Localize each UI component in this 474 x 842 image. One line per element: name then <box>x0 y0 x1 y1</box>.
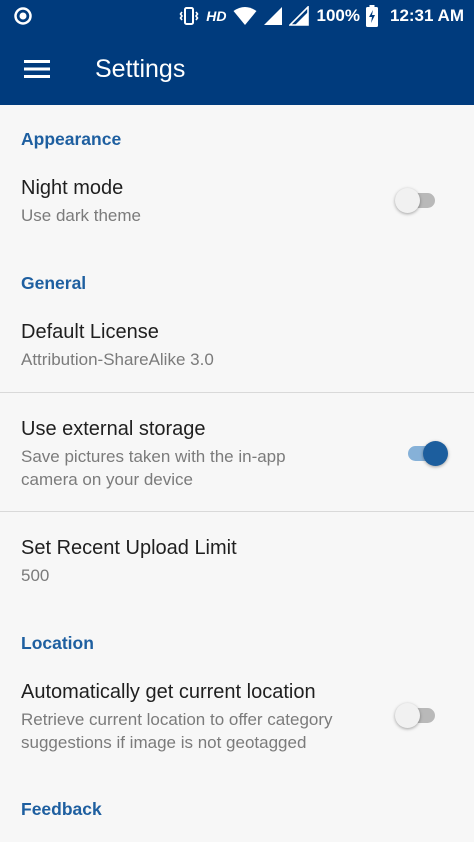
pref-upload-limit[interactable]: Set Recent Upload Limit 500 <box>0 512 474 600</box>
pref-night-mode-title: Night mode <box>21 177 124 199</box>
cell-signal-icon-secondary <box>288 6 309 26</box>
pref-auto-location-title: Automatically get current location <box>21 681 316 703</box>
category-general: General <box>21 273 87 293</box>
category-appearance: Appearance <box>21 129 122 149</box>
pref-auto-location-summary-line2: suggestions if image is not geotagged <box>21 733 307 752</box>
pref-night-mode-summary: Use dark theme <box>21 206 141 225</box>
pref-default-license-title: Default License <box>21 321 159 343</box>
menu-button[interactable] <box>16 48 58 90</box>
pref-external-storage-summary-line2: camera on your device <box>21 470 193 489</box>
pref-auto-location-summary-line1: Retrieve current location to offer categ… <box>21 710 333 729</box>
pref-external-storage-title: Use external storage <box>21 418 206 440</box>
wifi-icon <box>233 7 256 25</box>
app-bar: Settings <box>0 32 474 105</box>
status-time: 12:31 AM <box>389 6 464 25</box>
status-bar: HD 100% 12:31 AM <box>0 0 474 32</box>
external-storage-switch[interactable] <box>404 438 448 468</box>
switch-thumb <box>423 441 448 466</box>
battery-charging-icon <box>365 5 378 27</box>
pref-default-license-summary: Attribution-ShareAlike 3.0 <box>21 350 214 369</box>
cell-signal-icon <box>263 7 282 25</box>
page-title: Settings <box>95 55 186 83</box>
status-icons: HD 100% 12:31 AM <box>178 0 464 32</box>
pref-external-storage[interactable]: Use external storage Save pictures taken… <box>0 393 474 511</box>
battery-percent: 100% <box>316 6 360 25</box>
network-type-label: HD <box>206 8 227 24</box>
hamburger-menu-icon <box>24 60 50 78</box>
pref-auto-location[interactable]: Automatically get current location Retri… <box>0 667 474 767</box>
settings-screen: HD 100% 12:31 AM Settings Appearance Nig… <box>0 0 474 842</box>
night-mode-switch[interactable] <box>395 185 439 215</box>
pref-default-license[interactable]: Default License Attribution-ShareAlike 3… <box>0 305 474 392</box>
circle-notification-icon <box>14 7 32 25</box>
pref-upload-limit-title: Set Recent Upload Limit <box>21 537 237 559</box>
pref-upload-limit-summary: 500 <box>21 566 50 585</box>
switch-thumb <box>395 703 420 728</box>
auto-location-switch[interactable] <box>395 700 439 730</box>
category-feedback: Feedback <box>21 799 102 819</box>
pref-night-mode[interactable]: Night mode Use dark theme <box>0 163 474 243</box>
pref-external-storage-summary-line1: Save pictures taken with the in-app <box>21 447 286 466</box>
switch-thumb <box>395 188 420 213</box>
vibrate-icon <box>179 7 199 25</box>
category-location: Location <box>21 633 94 653</box>
